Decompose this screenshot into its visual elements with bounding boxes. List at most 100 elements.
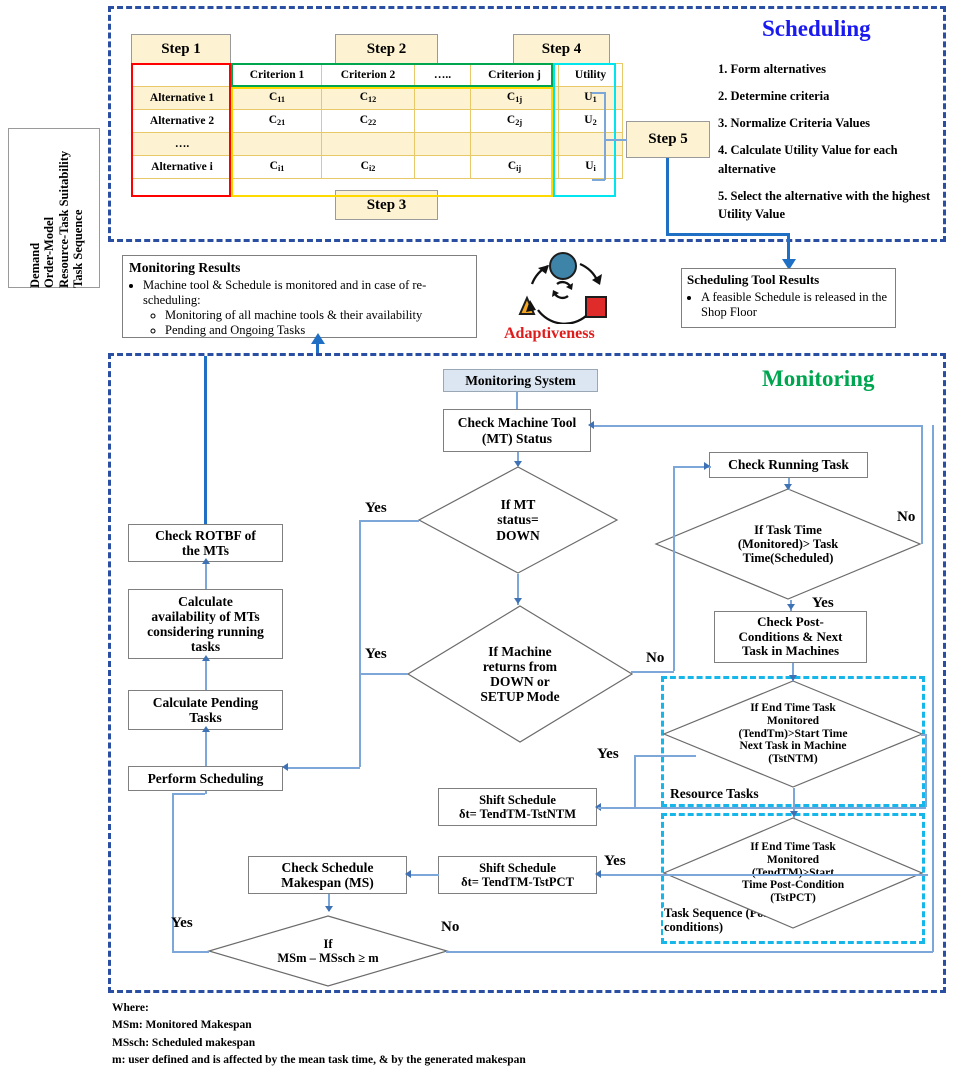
scheduling-tool-results-bullet: A feasible Schedule is released in the S…: [701, 290, 890, 320]
calculate-availability-box[interactable]: Calculate availability of MTs considerin…: [128, 589, 283, 659]
check-makespan-box[interactable]: Check Schedule Makespan (MS): [248, 856, 407, 894]
table-cell: [414, 86, 471, 110]
monitoring-results-bullets: Machine tool & Schedule is monitored and…: [129, 278, 470, 338]
if-end-time-pct-diamond[interactable]: If End Time Task Monitored (TendTM)>Star…: [662, 817, 924, 929]
table-cell: [321, 132, 415, 156]
monitoring-results-subbullets: Monitoring of all machine tools & their …: [143, 308, 470, 338]
conn-shiftntm-feed-v: [634, 755, 636, 807]
table-cell: C12: [321, 86, 415, 110]
conn-avail-arrow-icon: [202, 655, 210, 661]
step-5-label: Step 5: [626, 121, 710, 158]
check-post-conditions-box[interactable]: Check Post- Conditions & Next Task in Ma…: [714, 611, 867, 663]
calculate-pending-box[interactable]: Calculate Pending Tasks: [128, 690, 283, 730]
table-cell: C1j: [470, 86, 559, 110]
conn-yes-to-perform: [172, 793, 205, 795]
conn-shiftpct-to-makespan: [408, 874, 439, 876]
table-cell: Ui: [558, 155, 623, 179]
conn-perform-to-pending: [205, 730, 207, 766]
monitoring-system-box[interactable]: Monitoring System: [443, 369, 598, 392]
step5-connector: [604, 139, 627, 141]
conn-ifmachine-yes: [359, 673, 408, 675]
step-1-label: Step 1: [131, 34, 231, 64]
footer-notes: Where: MSm: Monitored Makespan MSsch: Sc…: [112, 1000, 892, 1069]
perform-scheduling-box[interactable]: Perform Scheduling: [128, 766, 283, 791]
if-end-time-ntm-diamond[interactable]: If End Time Task Monitored (TendTm)>Star…: [662, 680, 924, 788]
if-machine-returns-diamond[interactable]: If Machine returns from DOWN or SETUP Mo…: [406, 605, 634, 743]
if-mt-down-diamond[interactable]: If MT status= DOWN: [417, 466, 619, 574]
conn-cpc-arrow-icon: [787, 604, 795, 610]
footer-where: Where:: [112, 1002, 149, 1014]
shift-schedule-ntm-box[interactable]: Shift Schedule δt= TendTM-TstNTM: [438, 788, 597, 826]
conn-rotbf-to-results: [204, 356, 207, 524]
rail-left-vertical: [359, 520, 361, 767]
monitoring-results-title: Monitoring Results: [129, 260, 241, 275]
label-yes-ifmachine: Yes: [365, 646, 387, 662]
table-header-row: Criterion 1 Criterion 2 ….. Criterion j …: [131, 63, 623, 87]
check-mt-status-box[interactable]: Check Machine Tool (MT) Status: [443, 409, 591, 452]
rail-right-tasktime: [921, 425, 923, 544]
scheduling-tool-results-box: Scheduling Tool Results A feasible Sched…: [681, 268, 896, 328]
table-header-cell: …..: [414, 63, 471, 87]
table-header-cell: Utility: [558, 63, 623, 87]
conn-ifmakespan-yes-h: [172, 951, 209, 953]
label-yes-ifmt: Yes: [365, 500, 387, 516]
table-cell: [414, 132, 471, 156]
monitoring-results-box: Monitoring Results Machine tool & Schedu…: [122, 255, 477, 338]
monitoring-results-bullet: Machine tool & Schedule is monitored and…: [143, 278, 470, 308]
conn-ifmakespan-no-h: [446, 951, 933, 953]
label-no-ifmakespan: No: [441, 919, 460, 935]
utility-bracket-bottom: [592, 179, 605, 181]
table-cell: Ci1: [232, 155, 322, 179]
table-cell: [414, 155, 471, 179]
table-cell: [414, 109, 471, 133]
footer-line: MSm: Monitored Makespan: [112, 1019, 252, 1032]
if-task-time-text: If Task Time (Monitored)> Task Time(Sche…: [737, 523, 839, 565]
conn-ntm-arrow-icon: [789, 675, 797, 681]
if-task-time-diamond[interactable]: If Task Time (Monitored)> Task Time(Sche…: [654, 488, 922, 600]
conn-perform-up: [205, 791, 207, 794]
conn-iftt-arrow-icon: [784, 484, 792, 490]
table-row: Alternative i Ci1 Ci2 Cij Ui: [131, 155, 623, 179]
procedure-item: 1. Form alternatives: [718, 62, 826, 76]
adaptiveness-icon: [508, 252, 618, 325]
conn-pending-to-avail: [205, 659, 207, 690]
table-cell: Alternative 1: [131, 86, 233, 110]
table-cell: [558, 132, 623, 156]
label-no-ifmachine: No: [646, 650, 665, 666]
procedure-item: 5. Select the alternative with the highe…: [718, 188, 931, 221]
conn-rail-to-perform: [285, 767, 360, 769]
label-yes-iftasktime: Yes: [812, 595, 834, 611]
footer-line: m: user defined and is affected by the m…: [112, 1053, 526, 1066]
shift-schedule-pct-box[interactable]: Shift Schedule δt= TendTM-TstPCT: [438, 856, 597, 894]
table-cell: ….: [131, 132, 233, 156]
conn-pct-arrow-icon: [790, 811, 798, 817]
check-running-task-box[interactable]: Check Running Task: [709, 452, 868, 478]
inputs-label-text: Demand Order-Model Resource-Task Suitabi…: [28, 150, 86, 288]
table-cell: U1: [558, 86, 623, 110]
conn-pct-to-shift: [598, 874, 928, 876]
table-header-cell: Criterion j: [470, 63, 559, 87]
conn-shiftpct-arrow-icon: [595, 870, 601, 878]
conn-ifmachine-no: [631, 671, 674, 673]
conn-ifmt-yes: [359, 520, 419, 522]
procedure-item: 4. Calculate Utility Value for each alte…: [718, 143, 898, 176]
conn-ifmachine-arrow-icon: [514, 598, 522, 604]
conn-ntm-to-shift: [598, 807, 926, 809]
table-cell: Alternative i: [131, 155, 233, 179]
conn-ntm-yes-right: [634, 755, 696, 757]
step-2-label: Step 2: [335, 34, 438, 64]
conn-rotbf-arrow-icon: [202, 558, 210, 564]
table-cell: Cij: [470, 155, 559, 179]
conn-crt-arrow-icon: [704, 462, 710, 470]
check-rotbf-box[interactable]: Check ROTBF of the MTs: [128, 524, 283, 562]
conn-checkmt-return-arrow-icon: [588, 421, 594, 429]
table-cell: Alternative 2: [131, 109, 233, 133]
if-makespan-diamond[interactable]: If MSm – MSsch ≥ m: [206, 915, 450, 987]
rail-ntm-right: [925, 734, 927, 807]
table-header-cell: Criterion 2: [321, 63, 415, 87]
table-header-cell: [131, 63, 233, 87]
scheduling-tool-results-title: Scheduling Tool Results: [687, 272, 820, 287]
label-no-iftasktime: No: [897, 509, 916, 525]
if-makespan-text: If MSm – MSsch ≥ m: [277, 937, 379, 965]
adaptiveness-svg: [518, 252, 607, 325]
